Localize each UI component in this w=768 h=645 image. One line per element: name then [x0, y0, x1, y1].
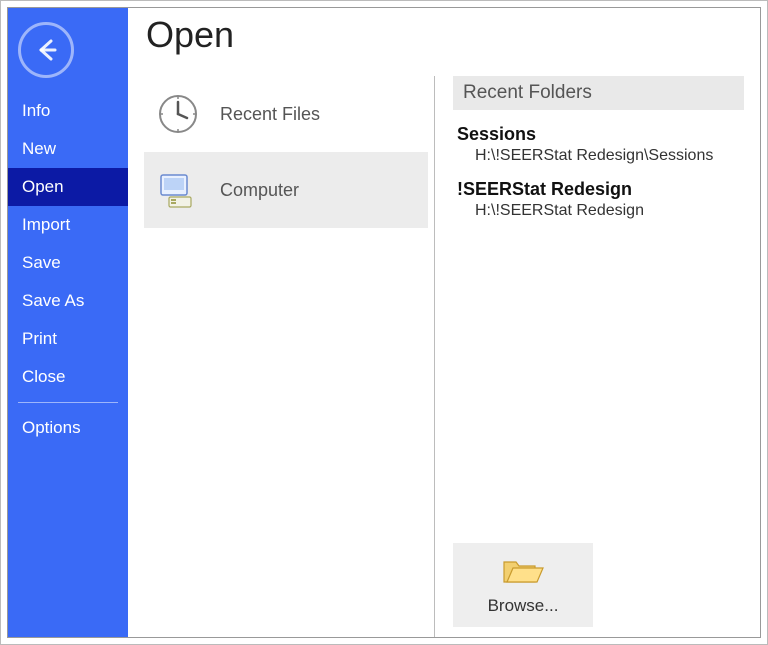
sidebar-item-save[interactable]: Save: [8, 244, 128, 282]
source-recent-files[interactable]: Recent Files: [144, 76, 428, 152]
sidebar-divider: [18, 402, 118, 403]
back-button[interactable]: [18, 22, 74, 78]
browse-button[interactable]: Browse...: [453, 543, 593, 627]
sidebar-label: Close: [22, 367, 65, 386]
computer-icon: [154, 166, 202, 214]
recent-folder-item[interactable]: Sessions H:\!SEERStat Redesign\Sessions: [453, 120, 744, 175]
sidebar-item-print[interactable]: Print: [8, 320, 128, 358]
sidebar-item-new[interactable]: New: [8, 130, 128, 168]
sidebar-item-save-as[interactable]: Save As: [8, 282, 128, 320]
source-label: Computer: [220, 180, 299, 201]
sidebar-item-info[interactable]: Info: [8, 92, 128, 130]
sidebar-label: Info: [22, 101, 50, 120]
sources-column: Recent Files Computer: [144, 76, 434, 637]
sidebar-item-options[interactable]: Options: [8, 409, 128, 447]
sidebar-label: Options: [22, 418, 81, 437]
source-label: Recent Files: [220, 104, 320, 125]
source-computer[interactable]: Computer: [144, 152, 428, 228]
sidebar-item-open[interactable]: Open: [8, 168, 128, 206]
recent-folder-item[interactable]: !SEERStat Redesign H:\!SEERStat Redesign: [453, 175, 744, 230]
clock-icon: [154, 90, 202, 138]
sidebar-label: Print: [22, 329, 57, 348]
recent-folder-path: H:\!SEERStat Redesign\Sessions: [475, 147, 740, 165]
main-panel: Open: [128, 8, 760, 637]
page-title: Open: [146, 14, 744, 56]
recent-folders-column: Recent Folders Sessions H:\!SEERStat Red…: [434, 76, 744, 637]
sidebar-item-import[interactable]: Import: [8, 206, 128, 244]
arrow-left-icon: [31, 35, 61, 65]
sidebar-label: Save: [22, 253, 61, 272]
sidebar-label: Save As: [22, 291, 84, 310]
folder-open-icon: [501, 554, 545, 590]
open-backstage-window: Info New Open Import Save Save As Print …: [7, 7, 761, 638]
recent-folders-header: Recent Folders: [453, 76, 744, 110]
recent-folder-name: !SEERStat Redesign: [457, 179, 740, 200]
sidebar-item-close[interactable]: Close: [8, 358, 128, 396]
sidebar-label: Open: [22, 177, 64, 196]
recent-folder-path: H:\!SEERStat Redesign: [475, 202, 740, 220]
backstage-sidebar: Info New Open Import Save Save As Print …: [8, 8, 128, 637]
sidebar-label: Import: [22, 215, 70, 234]
browse-label: Browse...: [488, 596, 559, 616]
sidebar-label: New: [22, 139, 56, 158]
recent-folder-name: Sessions: [457, 124, 740, 145]
